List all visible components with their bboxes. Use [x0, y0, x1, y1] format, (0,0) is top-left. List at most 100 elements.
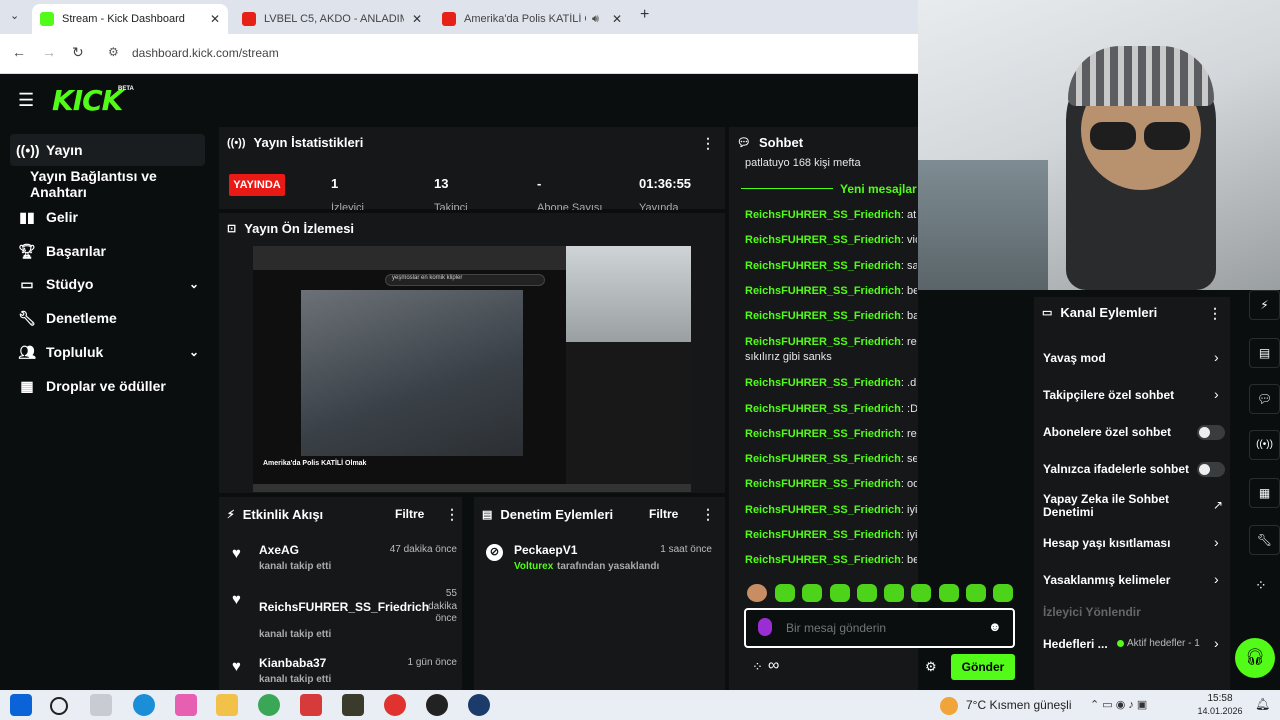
system-tray-icons[interactable]: ⌃ ▭ ◉ ♪ ▣ [1090, 698, 1147, 711]
external-link-icon[interactable]: ↗ [1213, 498, 1223, 512]
notifications-icon[interactable]: 🔔︎ [1255, 697, 1270, 711]
windows-start-icon[interactable] [10, 694, 32, 716]
action-goals[interactable]: Hedefleri ... [1043, 637, 1113, 651]
rail-broadcast-icon[interactable]: ((•)) [1249, 430, 1280, 460]
clock-time[interactable]: 15:58 [1195, 693, 1245, 704]
url-field[interactable]: dashboard.kick.com/stream [132, 46, 279, 60]
chat-username[interactable]: ReichsFUHRER_SS_Friedrich [745, 209, 901, 221]
action-raid[interactable]: İzleyici Yönlendir [1043, 605, 1228, 619]
chat-input[interactable] [786, 618, 976, 638]
rail-dots-icon[interactable]: ⁘ [1255, 577, 1267, 594]
sidebar-item-stream-key[interactable]: Yayın Bağlantısı ve Anahtarı [24, 168, 214, 200]
hamburger-menu-icon[interactable]: ☰ [18, 90, 34, 111]
audio-playing-icon[interactable]: 🔊︎ [592, 13, 599, 26]
activity-user[interactable]: ReichsFUHRER_SS_Friedrich [259, 600, 429, 614]
moderation-user[interactable]: PeckaepV1 [514, 543, 577, 557]
weather-text[interactable]: 7°C Kısmen güneşli [966, 698, 1072, 712]
kick-logo[interactable]: KICK [52, 84, 123, 117]
rail-lightning-icon[interactable]: ⚡︎ [1249, 290, 1280, 320]
chat-username[interactable]: ReichsFUHRER_SS_Friedrich [745, 504, 901, 516]
chat-username[interactable]: ReichsFUHRER_SS_Friedrich [745, 554, 901, 566]
chat-username[interactable]: ReichsFUHRER_SS_Friedrich [745, 453, 901, 465]
more-options-icon[interactable]: ⋮ [701, 135, 715, 152]
emote-icon[interactable] [993, 584, 1013, 602]
emote-icon[interactable] [884, 584, 904, 602]
sidebar-item-denetleme[interactable]: 🔧︎ Denetleme [10, 302, 205, 334]
task-view-icon[interactable] [90, 694, 112, 716]
search-icon[interactable] [50, 697, 68, 715]
sidebar-item-droplar[interactable]: ▦ Droplar ve ödüller [10, 370, 205, 402]
rail-chat-icon[interactable]: 💬︎ [1249, 384, 1280, 414]
microphone-icon[interactable] [758, 618, 772, 636]
emote-icon[interactable] [802, 584, 822, 602]
chat-username[interactable]: ReichsFUHRER_SS_Friedrich [745, 336, 901, 348]
close-tab-icon[interactable]: ✕ [210, 12, 220, 26]
chevron-right-icon[interactable]: › [1214, 635, 1219, 651]
chat-username[interactable]: ReichsFUHRER_SS_Friedrich [745, 377, 901, 389]
chat-username[interactable]: ReichsFUHRER_SS_Friedrich [745, 234, 901, 246]
stream-preview[interactable]: yeşmoslar en komik klipler Amerika'da Po… [253, 246, 691, 492]
activity-user[interactable]: AxeAG [259, 543, 299, 557]
copilot-icon[interactable] [175, 694, 197, 716]
new-tab-button[interactable]: + [640, 6, 649, 24]
obs-icon[interactable] [426, 694, 448, 716]
game-icon[interactable] [342, 694, 364, 716]
support-headset-icon[interactable]: 🎧︎ [1235, 638, 1275, 678]
emoji-icon[interactable]: ☻ [988, 619, 1002, 634]
chevron-right-icon[interactable]: › [1214, 349, 1219, 365]
close-tab-icon[interactable]: ✕ [412, 12, 422, 26]
action-banned-words[interactable]: Yasaklanmış kelimeler [1043, 573, 1228, 587]
tab-youtube-2[interactable]: Amerika'da Polis KATİLİ Oln 🔊︎ ✕ [434, 4, 630, 34]
back-icon[interactable]: ← [12, 44, 26, 60]
steam-icon[interactable] [468, 694, 490, 716]
emote-only-toggle[interactable] [1197, 462, 1225, 477]
send-button[interactable]: Gönder [951, 654, 1015, 680]
reload-icon[interactable]: ↻ [72, 44, 84, 61]
activity-filter-button[interactable]: Filtre [395, 507, 424, 521]
file-explorer-icon[interactable] [216, 694, 238, 716]
more-options-icon[interactable]: ⋮ [445, 506, 459, 523]
tab-kick-dashboard[interactable]: Stream - Kick Dashboard ✕ [32, 4, 228, 34]
chevron-right-icon[interactable]: › [1214, 534, 1219, 550]
weather-icon[interactable] [940, 697, 958, 715]
action-slow-mode[interactable]: Yavaş mod [1043, 351, 1228, 365]
emote-icon[interactable] [830, 584, 850, 602]
emote-icon[interactable] [775, 584, 795, 602]
chevron-right-icon[interactable]: › [1214, 571, 1219, 587]
clock-date[interactable]: 14.01.2026 [1195, 706, 1245, 716]
dots-cluster-icon[interactable]: ⁘ [752, 659, 763, 675]
rail-notes-icon[interactable]: ▤ [1249, 338, 1280, 368]
action-ai-moderation[interactable]: Yapay Zeka ile Sohbet Denetimi [1043, 493, 1183, 519]
moderation-by[interactable]: Volturex [514, 561, 553, 572]
close-tab-icon[interactable]: ✕ [612, 12, 622, 26]
chat-username[interactable]: ReichsFUHRER_SS_Friedrich [745, 310, 901, 322]
emote-icon[interactable] [966, 584, 986, 602]
emote-icon[interactable] [747, 584, 767, 602]
chevron-down-icon[interactable]: ⌄ [189, 345, 199, 359]
tab-youtube-1[interactable]: LVBEL C5, AKDO - ANLADIM SE ✕ [234, 4, 430, 34]
app-w-icon[interactable] [300, 694, 322, 716]
more-options-icon[interactable]: ⋮ [701, 506, 715, 523]
sidebar-item-studyo[interactable]: ▭ Stüdyo ⌄ [10, 268, 205, 300]
rail-wrench-icon[interactable]: 🔧︎ [1249, 525, 1280, 555]
chat-username[interactable]: ReichsFUHRER_SS_Friedrich [745, 529, 901, 541]
chat-username[interactable]: ReichsFUHRER_SS_Friedrich [745, 260, 901, 272]
action-followers-only[interactable]: Takipçilere özel sohbet [1043, 388, 1228, 402]
chat-username[interactable]: ReichsFUHRER_SS_Friedrich [745, 478, 901, 490]
emote-icon[interactable] [939, 584, 959, 602]
moderation-filter-button[interactable]: Filtre [649, 507, 678, 521]
activity-user[interactable]: Kianbaba37 [259, 656, 326, 670]
opera-icon[interactable] [384, 694, 406, 716]
chevron-right-icon[interactable]: › [1214, 386, 1219, 402]
site-info-icon[interactable]: ⚙ [108, 45, 119, 59]
settings-gear-icon[interactable]: ⚙ [925, 659, 937, 675]
chrome-icon[interactable] [258, 694, 280, 716]
forward-icon[interactable]: → [42, 44, 56, 60]
chat-username[interactable]: ReichsFUHRER_SS_Friedrich [745, 285, 901, 297]
emote-icon[interactable] [857, 584, 877, 602]
sidebar-item-gelir[interactable]: ▮▮ Gelir [10, 201, 205, 233]
chat-username[interactable]: ReichsFUHRER_SS_Friedrich [745, 403, 901, 415]
sidebar-item-basarilar[interactable]: 🏆︎ Başarılar [10, 235, 205, 267]
chat-username[interactable]: ReichsFUHRER_SS_Friedrich [745, 428, 901, 440]
edge-icon[interactable] [133, 694, 155, 716]
